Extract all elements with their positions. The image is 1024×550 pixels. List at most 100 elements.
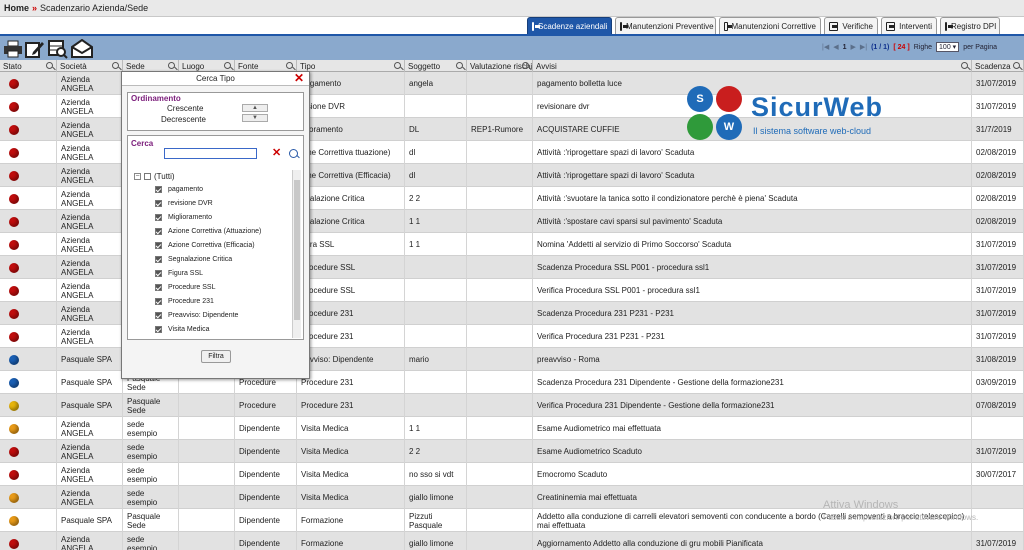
cell-soggetto: 2 2 — [405, 440, 467, 463]
column-header-tipo[interactable]: Tipo — [297, 60, 405, 72]
type-option[interactable]: pagamento — [155, 186, 203, 193]
cell-stato — [0, 279, 57, 302]
cell-valutazione-rischi — [467, 72, 533, 95]
search-input[interactable] — [164, 148, 257, 159]
last-page-icon[interactable]: ▶| — [860, 43, 867, 51]
column-header-valutazione-rischi[interactable]: Valutazione rischi — [467, 60, 533, 72]
rows-per-page-value: 100 — [939, 44, 951, 51]
windows-watermark-text: Passa a Impostazioni per attivare Window… — [823, 513, 979, 522]
status-red-icon — [9, 147, 19, 158]
cell-avvisi: Attività :'riprogettare spazi di lavoro'… — [533, 141, 972, 164]
column-header-avvisi[interactable]: Avvisi — [533, 60, 972, 72]
type-option-label: Figura SSL — [168, 270, 204, 277]
column-search-icon[interactable] — [46, 62, 53, 69]
filter-button[interactable]: Filtra — [201, 350, 231, 363]
cell-valutazione-rischi — [467, 486, 533, 509]
next-page-icon[interactable]: ▶ — [851, 43, 856, 51]
column-header-soggetto[interactable]: Soggetto — [405, 60, 467, 72]
scrollbar-thumb[interactable] — [294, 180, 300, 320]
tab-scadenze-aziendali[interactable]: Scadenze aziendali — [527, 17, 612, 34]
breadcrumb-current: Scadenzario Azienda/Sede — [40, 3, 149, 13]
type-option[interactable]: Azione Correttiva (Attuazione) — [155, 228, 261, 235]
email-icon[interactable] — [71, 38, 93, 59]
prev-page-icon[interactable]: ◀ — [833, 43, 838, 51]
first-page-icon[interactable]: |◀ — [822, 43, 829, 51]
column-header-scadenza[interactable]: Scadenza — [972, 60, 1024, 72]
column-search-icon[interactable] — [522, 62, 529, 69]
page-number[interactable]: 1 — [843, 44, 847, 51]
print-icon[interactable] — [3, 39, 23, 59]
type-option-checkbox[interactable] — [155, 312, 162, 319]
table-row[interactable]: Azienda ANGELA sede esempio Dipendente Visi… — [0, 417, 1024, 440]
type-option-checkbox[interactable] — [155, 326, 162, 333]
close-icon[interactable]: ✕ — [294, 72, 304, 85]
status-orange-icon — [9, 423, 19, 434]
type-option-checkbox[interactable] — [155, 256, 162, 263]
collapse-icon[interactable]: − — [134, 173, 141, 180]
select-all-checkbox[interactable] — [144, 173, 151, 180]
table-row[interactable]: Azienda ANGELA sede esempio Dipendente Visi… — [0, 463, 1024, 486]
type-option[interactable]: Miglioramento — [155, 214, 212, 221]
tab-verifiche[interactable]: Verifiche — [824, 17, 878, 34]
list-scrollbar[interactable] — [292, 170, 301, 338]
tab-label: Verifiche — [842, 21, 873, 31]
cell-valutazione-rischi — [467, 279, 533, 302]
type-option-checkbox[interactable] — [155, 284, 162, 291]
type-option-checkbox[interactable] — [155, 214, 162, 221]
edit-icon[interactable] — [25, 39, 45, 59]
tab-registro-dpi[interactable]: Registro DPI — [940, 17, 1000, 34]
column-search-icon[interactable] — [961, 62, 968, 69]
type-option-checkbox[interactable] — [155, 270, 162, 277]
type-option-label: Preavviso: Dipendente — [168, 312, 239, 319]
cell-societa: Azienda ANGELA — [57, 187, 123, 210]
cell-scadenza — [972, 486, 1024, 509]
rows-per-page-select[interactable]: 100 ▾ — [936, 42, 960, 52]
clear-search-icon[interactable]: ✕ — [272, 148, 281, 159]
select-all-item[interactable]: − (Tutti) — [134, 172, 175, 181]
column-search-icon[interactable] — [112, 62, 119, 69]
cerca-tipo-dialog: Cerca Tipo ✕ Ordinamento Crescente Decre… — [121, 71, 310, 379]
table-row[interactable]: Azienda ANGELA sede esempio Dipendente Visi… — [0, 440, 1024, 463]
column-search-icon[interactable] — [168, 62, 175, 69]
cell-tipo: Visita Medica — [297, 440, 405, 463]
column-header-stato[interactable]: Stato — [0, 60, 57, 72]
search-icon[interactable] — [289, 149, 298, 158]
table-row[interactable]: Azienda ANGELA sede esempio Dipendente Form… — [0, 532, 1024, 550]
type-option-checkbox[interactable] — [155, 186, 162, 193]
type-option[interactable]: Azione Correttiva (Efficacia) — [155, 242, 255, 249]
type-option[interactable]: Figura SSL — [155, 270, 203, 277]
sort-ascending-button[interactable]: ▲ — [242, 104, 268, 112]
search-grid-icon[interactable] — [48, 39, 68, 59]
type-option[interactable]: Preavviso: Dipendente — [155, 312, 238, 319]
dialog-title: Cerca Tipo — [196, 74, 235, 83]
cell-valutazione-rischi — [467, 210, 533, 233]
column-search-icon[interactable] — [1013, 62, 1020, 69]
breadcrumb-home-link[interactable]: Home — [4, 3, 29, 13]
column-header-label: Sede — [126, 62, 145, 71]
sort-section: Ordinamento Crescente Decrescente ▲ ▼ — [127, 92, 304, 131]
type-option[interactable]: Procedure 231 — [155, 298, 214, 305]
tab-interventi[interactable]: Interventi — [881, 17, 937, 34]
table-row[interactable]: Pasquale SPAPasquale Sede ProcedureProced… — [0, 394, 1024, 417]
cell-tipo: Procedure 231 — [297, 371, 405, 394]
column-header-label: Fonte — [238, 62, 259, 71]
type-option-checkbox[interactable] — [155, 298, 162, 305]
type-option-checkbox[interactable] — [155, 242, 162, 249]
column-search-icon[interactable] — [456, 62, 463, 69]
type-option[interactable]: Segnalazione Critica — [155, 256, 232, 263]
tab-manutenzioni-preventive[interactable]: Manutenzioni Preventive — [615, 17, 716, 34]
type-option[interactable]: revisione DVR — [155, 200, 213, 207]
cell-valutazione-rischi — [467, 440, 533, 463]
column-search-icon[interactable] — [394, 62, 401, 69]
cell-soggetto: angela — [405, 72, 467, 95]
cell-societa: Azienda ANGELA — [57, 95, 123, 118]
type-option-checkbox[interactable] — [155, 228, 162, 235]
type-option-checkbox[interactable] — [155, 200, 162, 207]
column-search-icon[interactable] — [224, 62, 231, 69]
column-header-societa[interactable]: Società — [57, 60, 123, 72]
tab-manutenzioni-correttive[interactable]: Manutenzioni Correttive — [719, 17, 821, 34]
type-option[interactable]: Visita Medica — [155, 326, 210, 333]
type-option[interactable]: Procedure SSL — [155, 284, 215, 291]
column-search-icon[interactable] — [286, 62, 293, 69]
sort-descending-button[interactable]: ▼ — [242, 114, 268, 122]
